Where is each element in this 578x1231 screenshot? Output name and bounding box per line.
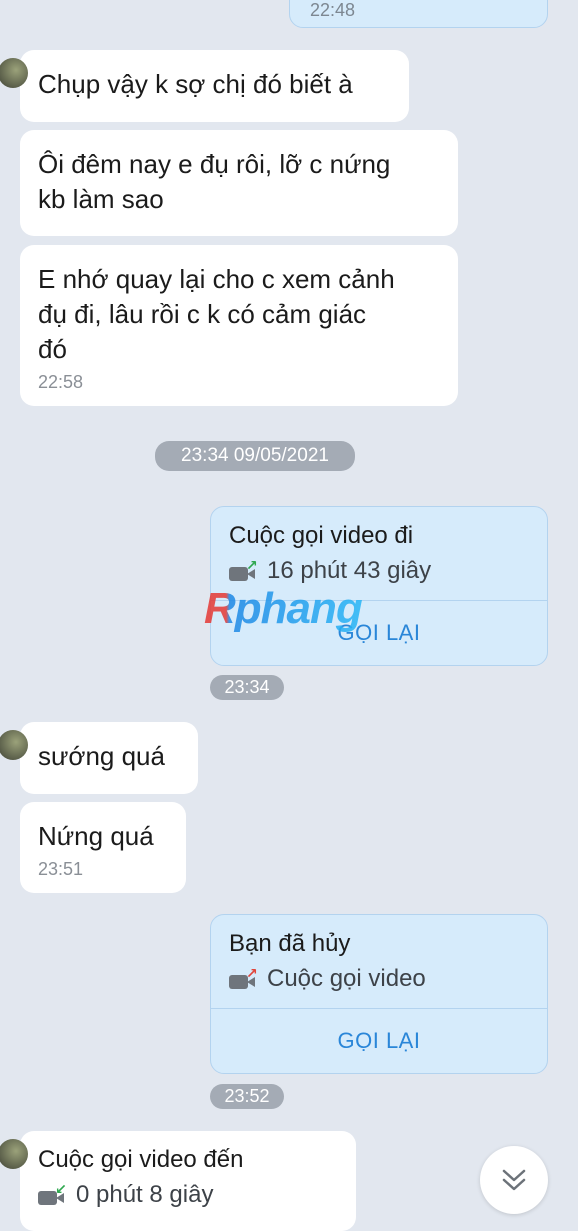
message-time-pill: 23:34	[210, 675, 284, 700]
incoming-message[interactable]: Nứng quá 23:51	[20, 802, 186, 893]
video-camera-icon: ↗	[229, 558, 259, 582]
call-status: Cuộc gọi video	[267, 965, 426, 992]
video-camera-icon: ↙	[38, 1182, 68, 1206]
watermark-logo: Rphang	[204, 584, 363, 633]
message-time: 23:51	[38, 859, 84, 879]
message-text-line: E nhớ quay lại cho c xem cảnh	[38, 264, 395, 294]
call-title: Cuộc gọi video đến	[38, 1146, 244, 1173]
message-text-line: Ôi đêm nay e đụ rôi, lỡ c nứng	[38, 149, 391, 179]
call-title: Cuộc gọi video đi	[229, 522, 414, 549]
video-camera-icon: ↗	[229, 966, 259, 990]
incoming-message[interactable]: Chụp vậy k sợ chị đó biết à	[0, 50, 409, 122]
incoming-video-call-card[interactable]: Cuộc gọi video đến ↙ 0 phút 8 giây	[0, 1131, 356, 1231]
message-time: 22:48	[310, 0, 356, 20]
call-back-button[interactable]: GỌI LẠI	[211, 1008, 547, 1073]
incoming-message[interactable]: E nhớ quay lại cho c xem cảnh đụ đi, lâu…	[20, 245, 458, 406]
message-text: Nứng quá	[38, 821, 154, 851]
scroll-to-bottom-button[interactable]	[480, 1146, 548, 1214]
message-text: Chụp vậy k sợ chị đó biết à	[38, 69, 353, 99]
call-duration: 16 phút 43 giây	[267, 557, 432, 584]
message-text-line: kb làm sao	[38, 184, 164, 214]
date-separator: 23:34 09/05/2021	[155, 441, 355, 471]
message-time-pill: 23:52	[210, 1084, 284, 1109]
chevron-double-down-icon	[502, 1169, 526, 1191]
incoming-message[interactable]: sướng quá	[0, 722, 198, 794]
call-title: Bạn đã hủy	[229, 930, 351, 957]
cancelled-video-call-card[interactable]: Bạn đã hủy ↗ Cuộc gọi video GỌI LẠI	[210, 914, 548, 1074]
outgoing-bubble-partial[interactable]: 22:48	[289, 0, 548, 28]
message-text-line: đó	[38, 334, 67, 364]
message-text-line: đụ đi, lâu rồi c k có cảm giác	[38, 299, 367, 329]
message-time: 22:58	[38, 372, 84, 392]
incoming-message[interactable]: Ôi đêm nay e đụ rôi, lỡ c nứng kb làm sa…	[20, 130, 458, 236]
message-text: sướng quá	[38, 741, 165, 771]
call-duration: 0 phút 8 giây	[76, 1181, 214, 1208]
